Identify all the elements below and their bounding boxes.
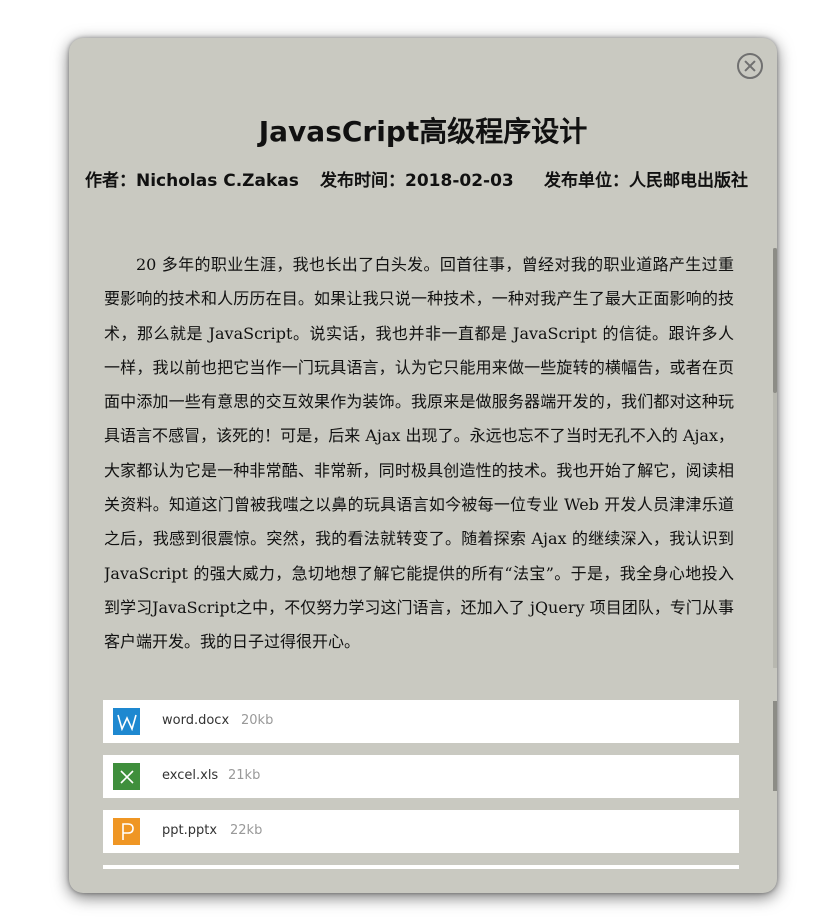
attachment-size: 20kb — [241, 713, 274, 728]
close-icon[interactable] — [737, 53, 763, 79]
attachment-name: excel.xls — [162, 768, 219, 783]
article-scrollbar-thumb[interactable] — [773, 248, 777, 393]
attachment-size: 21kb — [228, 768, 261, 783]
article-meta: 作者：Nicholas C.Zakas 发布时间：2018-02-03 发布单位… — [85, 166, 765, 191]
article-body: 20 多年的职业生涯，我也长出了白头发。回首往事，曾经对我的职业道路产生过重要影… — [104, 255, 734, 652]
attachment-list: word.docx 20kb excel.xls 21kb ppt.pptx 2… — [103, 700, 739, 869]
publisher-label: 发布单位：人民邮电出版社 — [544, 171, 748, 191]
author-label: 作者：Nicholas C.Zakas — [85, 171, 299, 191]
attachment-name: ppt.pptx — [162, 823, 218, 838]
attachment-name: word.docx — [162, 713, 230, 728]
article-dialog: JavasCript高级程序设计 作者：Nicholas C.Zakas 发布时… — [69, 38, 777, 893]
excel-icon — [113, 763, 140, 790]
attachment-item-ppt[interactable]: ppt.pptx 22kb — [103, 810, 739, 853]
ppt-icon — [113, 818, 140, 845]
article-scrollbar[interactable] — [773, 248, 777, 668]
publish-date-label: 发布时间：2018-02-03 — [320, 171, 514, 191]
attachment-item-excel[interactable]: excel.xls 21kb — [103, 755, 739, 798]
article-title: JavasCript高级程序设计 — [258, 115, 588, 148]
attachment-item-partial[interactable] — [103, 865, 739, 869]
attachments-scrollbar[interactable] — [773, 701, 777, 791]
word-icon — [113, 708, 140, 735]
attachment-item-word[interactable]: word.docx 20kb — [103, 700, 739, 743]
attachment-size: 22kb — [230, 823, 263, 838]
